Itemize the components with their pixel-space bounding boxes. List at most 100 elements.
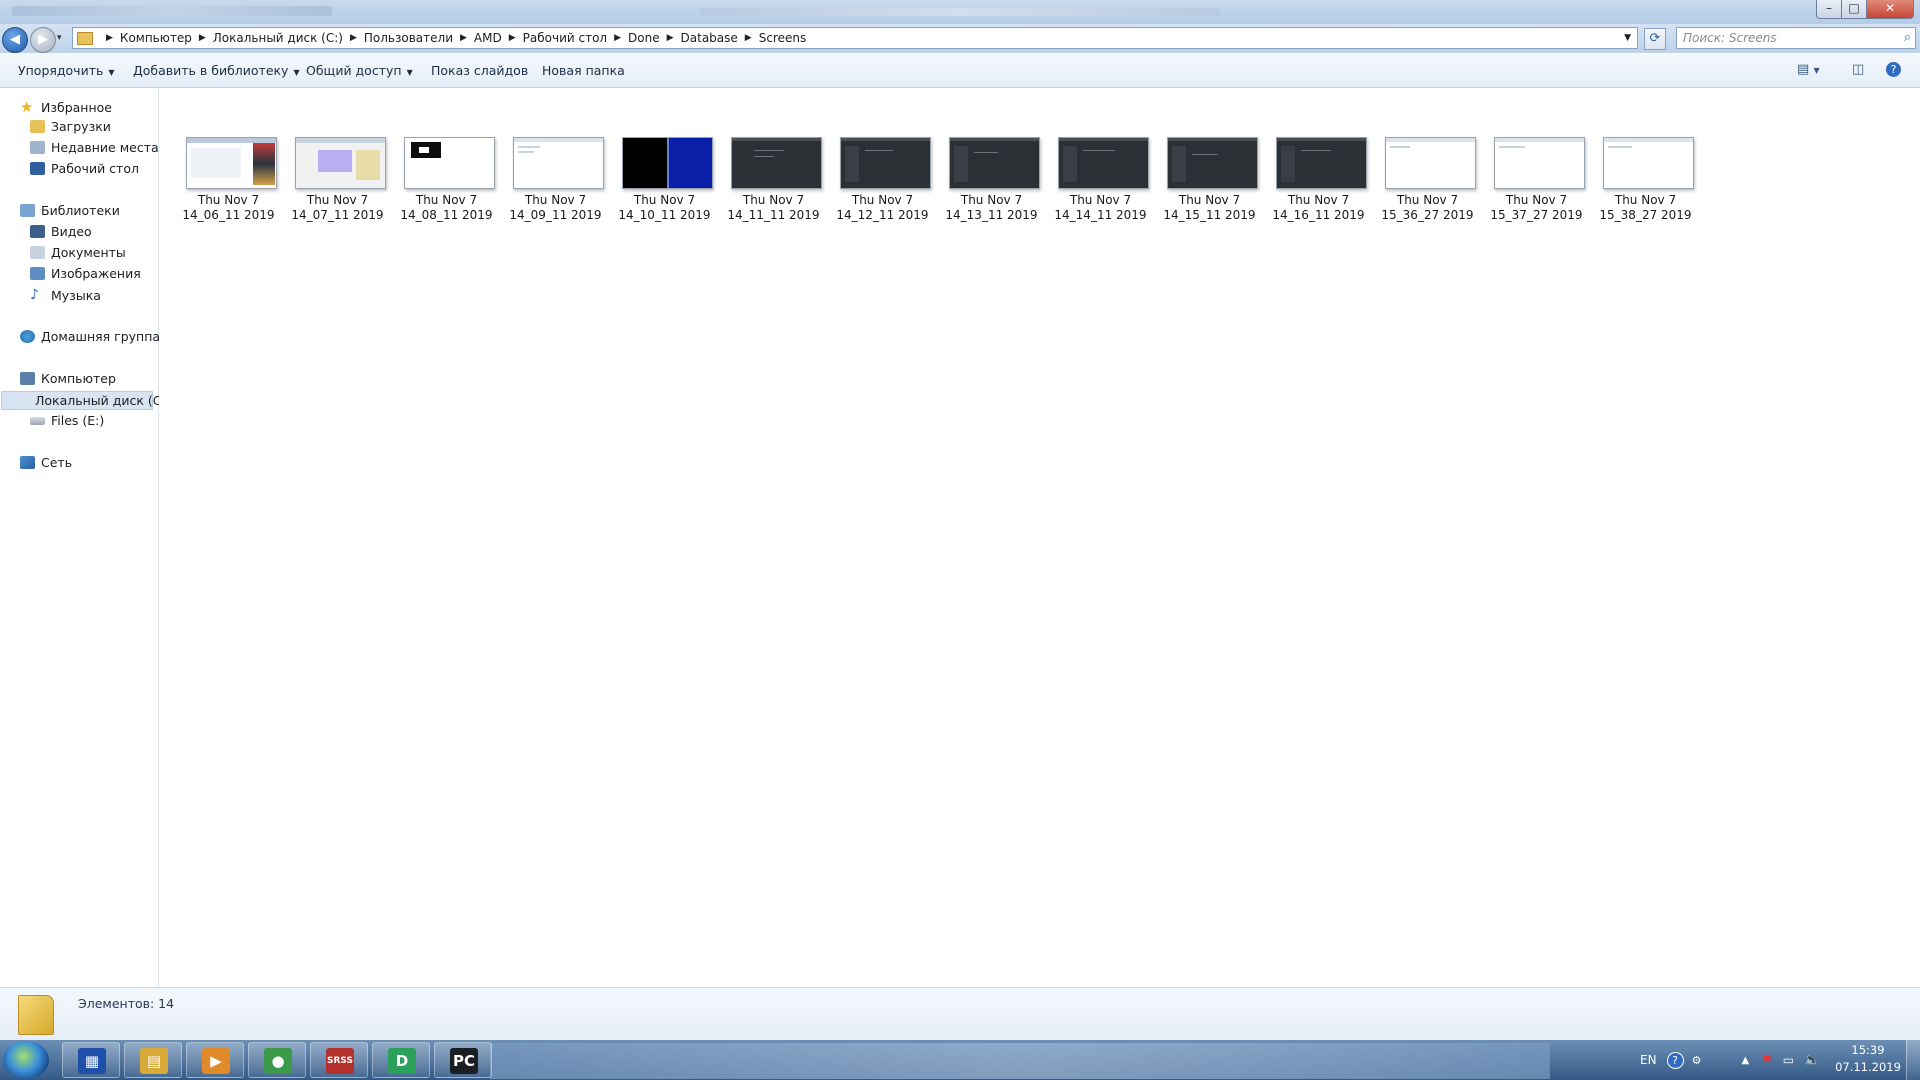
new-folder-button[interactable]: Новая папка — [542, 63, 625, 78]
chevron-right-icon[interactable]: ▶ — [199, 33, 206, 43]
network-icon — [20, 456, 35, 469]
documents-library-icon — [30, 246, 45, 259]
nav-computer[interactable]: Компьютер — [20, 371, 116, 386]
navigation-pane: ★ Избранное Загрузки Недавние места Рабоч… — [0, 88, 162, 987]
chevron-right-icon[interactable]: ▶ — [614, 33, 621, 43]
help-button[interactable]: ? — [1886, 62, 1901, 77]
file-name-line2: 14_16_11 2019 — [1272, 207, 1365, 222]
media-player-icon: ▶ — [202, 1048, 230, 1074]
address-history-dropdown[interactable]: ▼ — [1624, 33, 1631, 43]
chevron-right-icon[interactable]: ▶ — [509, 33, 516, 43]
volume-icon[interactable]: 🔈 — [1804, 1053, 1820, 1068]
minimize-button[interactable]: – — [1816, 0, 1842, 19]
taskbar-button-media-player[interactable]: ▶ — [186, 1042, 244, 1078]
breadcrumb-users[interactable]: Пользователи ▶ — [364, 31, 474, 45]
nav-recent-places[interactable]: Недавние места — [30, 140, 159, 155]
slideshow-button[interactable]: Показ слайдов — [431, 63, 528, 78]
refresh-button[interactable]: ⟳ — [1644, 28, 1666, 50]
chevron-right-icon[interactable]: ▶ — [460, 33, 467, 43]
folder-icon — [77, 31, 93, 45]
taskbar-button-chrome[interactable]: ● — [248, 1042, 306, 1078]
image-thumbnail — [513, 137, 604, 189]
thumb-line — [865, 150, 893, 151]
nav-local-disk-c[interactable]: Локальный диск (C — [1, 391, 162, 410]
file-name: Thu Nov 7 15_37_27 2019 — [1483, 193, 1590, 222]
organize-button[interactable]: Упорядочить ▼ — [18, 63, 115, 78]
taskbar-button-datagrip[interactable]: D — [372, 1042, 430, 1078]
file-name-line1: Thu Nov 7 — [742, 193, 805, 207]
preview-pane-button[interactable]: ◫ — [1852, 62, 1864, 77]
recent-places-icon — [30, 141, 45, 154]
file-name-line1: Thu Nov 7 — [1287, 193, 1350, 207]
file-name-line2: 14_10_11 2019 — [618, 207, 711, 222]
file-name-line2: 14_09_11 2019 — [509, 207, 602, 222]
breadcrumb-done[interactable]: Done ▶ — [628, 31, 681, 45]
search-input[interactable]: Поиск: Screens ⌕ — [1676, 27, 1916, 49]
computer-icon — [20, 372, 35, 385]
nav-music[interactable]: ♪ Музыка — [30, 287, 101, 303]
nav-label: Библиотеки — [41, 203, 120, 218]
arrow-left-icon: ◀ — [10, 32, 20, 47]
address-bar[interactable]: ▶ Компьютер ▶ Локальный диск (C:) ▶ Пользо… — [72, 27, 1638, 49]
chevron-right-icon[interactable]: ▶ — [745, 33, 752, 43]
taskbar-button-srss[interactable]: SRSS — [310, 1042, 368, 1078]
start-button[interactable] — [3, 1041, 49, 1079]
nav-libraries[interactable]: Библиотеки — [20, 203, 120, 218]
show-desktop-button[interactable] — [1906, 1040, 1920, 1080]
thumb-line — [1390, 146, 1410, 148]
nav-network[interactable]: Сеть — [20, 455, 72, 470]
image-thumbnail — [622, 137, 713, 189]
thumb-titlebar — [296, 138, 385, 143]
share-button[interactable]: Общий доступ ▼ — [306, 63, 413, 78]
file-name-line1: Thu Nov 7 — [960, 193, 1023, 207]
nav-downloads[interactable]: Загрузки — [30, 119, 111, 134]
action-center-flag-icon[interactable]: ⚑ — [1761, 1053, 1773, 1068]
recent-pages-dropdown[interactable]: ▾ — [57, 33, 62, 43]
settings-icon[interactable]: ⚙ — [1692, 1054, 1702, 1067]
search-icon[interactable]: ⌕ — [1904, 30, 1911, 45]
file-name-line2: 14_14_11 2019 — [1054, 207, 1147, 222]
chevron-right-icon[interactable]: ▶ — [667, 33, 674, 43]
nav-files-e[interactable]: Files (E:) — [30, 413, 104, 428]
thumb-line — [1608, 146, 1632, 148]
clock[interactable]: 15:39 07.11.2019 — [1834, 1042, 1902, 1076]
nav-images[interactable]: Изображения — [30, 266, 141, 281]
breadcrumb-amd[interactable]: AMD ▶ — [474, 31, 523, 45]
breadcrumb-desktop[interactable]: Рабочий стол ▶ — [523, 31, 628, 45]
chevron-right-icon[interactable]: ▶ — [106, 33, 113, 43]
breadcrumb-local-disk[interactable]: Локальный диск (C:) ▶ — [213, 31, 364, 45]
taskbar-button-task-manager[interactable]: ▦ — [62, 1042, 120, 1078]
nav-homegroup[interactable]: Домашняя группа — [20, 329, 160, 344]
maximize-button[interactable]: □ — [1841, 0, 1867, 19]
drive-icon — [30, 416, 45, 425]
network-icon[interactable]: ▭ — [1783, 1053, 1794, 1067]
forward-button[interactable]: ▶ — [30, 27, 56, 53]
language-indicator[interactable]: EN — [1640, 1053, 1657, 1067]
thumb-line — [754, 150, 784, 151]
breadcrumb-screens[interactable]: Screens — [759, 31, 807, 45]
details-pane: Элементов: 14 — [0, 987, 1920, 1041]
back-button[interactable]: ◀ — [2, 27, 28, 53]
image-thumbnail — [1058, 137, 1149, 189]
file-name-line1: Thu Nov 7 — [1178, 193, 1241, 207]
breadcrumb-computer[interactable]: Компьютер ▶ — [120, 31, 213, 45]
breadcrumb-database[interactable]: Database ▶ — [681, 31, 759, 45]
add-to-library-button[interactable]: Добавить в библиотеку ▼ — [133, 63, 300, 78]
view-options-button[interactable]: ▤ ▼ — [1797, 62, 1820, 77]
close-button[interactable]: ✕ — [1866, 0, 1914, 19]
nav-favorites[interactable]: ★ Избранное — [20, 98, 112, 116]
chevron-right-icon[interactable]: ▶ — [350, 33, 357, 43]
nav-documents[interactable]: Документы — [30, 245, 126, 260]
thumb-line — [518, 146, 540, 148]
thumb-panel — [191, 148, 241, 178]
taskbar-button-pycharm[interactable]: PC — [434, 1042, 492, 1078]
nav-desktop[interactable]: Рабочий стол — [30, 161, 139, 176]
thumb-sidebar — [1281, 146, 1295, 182]
arrow-right-icon: ▶ — [38, 32, 48, 47]
image-thumbnail — [840, 137, 931, 189]
video-library-icon — [30, 225, 45, 238]
taskbar-button-explorer[interactable]: ▤ — [124, 1042, 182, 1078]
show-hidden-icons-icon[interactable]: ▲ — [1741, 1055, 1749, 1066]
help-icon[interactable]: ? — [1666, 1051, 1684, 1069]
nav-video[interactable]: Видео — [30, 224, 92, 239]
